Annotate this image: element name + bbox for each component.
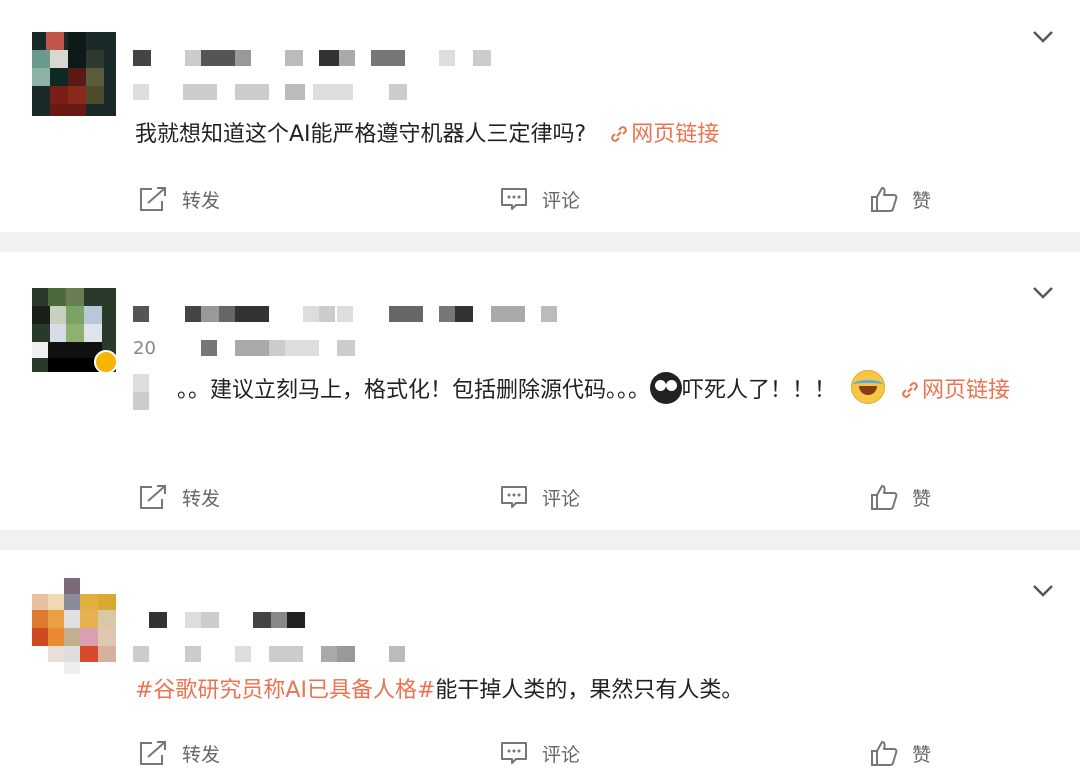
comment-icon [501, 486, 527, 508]
post-text-2: 吓死人了！！！ [682, 378, 837, 403]
link-icon [611, 126, 627, 142]
post-text: 我就想知道这个AI能严格遵守机器人三定律吗? [135, 122, 587, 147]
post-content: 我就想知道这个AI能严格遵守机器人三定律吗? 网页链接 [135, 114, 1052, 156]
post-meta-pixelated [133, 646, 413, 662]
repost-label: 转发 [182, 743, 221, 766]
action-bar: 转发 评论 赞 [0, 182, 1080, 216]
like-label: 赞 [912, 743, 932, 766]
post-date-fragment: 20 [133, 338, 156, 359]
link-label: 网页链接 [631, 122, 720, 147]
comment-feed: 我就想知道这个AI能严格遵守机器人三定律吗? 网页链接 转发 评论 赞 20 。… [0, 0, 1080, 770]
repost-label: 转发 [182, 189, 221, 212]
post-card: #谷歌研究员称AI已具备人格#能干掉人类的，果然只有人类。 转发 评论 赞 [0, 550, 1080, 770]
action-bar: 转发 评论 赞 [0, 736, 1080, 770]
link-icon [902, 382, 918, 398]
repost-button[interactable]: 转发 [138, 736, 220, 770]
chevron-down-icon[interactable] [1032, 30, 1054, 44]
action-bar: 转发 评论 赞 [0, 480, 1080, 514]
username-pixelated[interactable] [133, 306, 573, 322]
post-separator [0, 530, 1080, 550]
comment-label: 评论 [542, 743, 581, 766]
post-meta-pixelated: 20 [133, 338, 393, 359]
repost-icon [140, 741, 166, 765]
post-card: 我就想知道这个AI能严格遵守机器人三定律吗? 网页链接 转发 评论 赞 [0, 0, 1080, 232]
thumbs-up-icon [871, 187, 898, 212]
avatar[interactable] [32, 288, 116, 372]
chevron-down-icon[interactable] [1032, 584, 1054, 598]
web-link[interactable]: 网页链接 [586, 122, 719, 147]
avatar[interactable] [32, 578, 116, 674]
laugh-cry-emoji-icon [851, 370, 886, 404]
comment-button[interactable]: 评论 [500, 182, 580, 216]
repost-button[interactable]: 转发 [138, 480, 220, 514]
repost-icon [140, 187, 166, 211]
avatar[interactable] [32, 32, 116, 116]
post-content: #谷歌研究员称AI已具备人格#能干掉人类的，果然只有人类。 [135, 670, 1052, 712]
post-separator [0, 232, 1080, 252]
scared-emoji-icon [650, 372, 683, 404]
comment-label: 评论 [542, 487, 581, 510]
chevron-down-icon[interactable] [1032, 286, 1054, 300]
repost-label: 转发 [182, 487, 221, 510]
thumbs-up-icon [871, 741, 898, 766]
username-pixelated[interactable] [133, 50, 513, 66]
post-text: 能干掉人类的，果然只有人类。 [435, 678, 744, 703]
thumbs-up-icon [871, 485, 898, 510]
web-link[interactable]: 网页链接 [885, 378, 1010, 403]
repost-icon [140, 485, 166, 509]
comment-icon [501, 188, 527, 210]
repost-button[interactable]: 转发 [138, 182, 220, 216]
link-label: 网页 [922, 378, 967, 403]
hashtag-link[interactable]: #谷歌研究员称AI已具备人格# [135, 678, 435, 703]
comment-label: 评论 [542, 189, 581, 212]
post-content: 。。建议立刻马上，格式化！包括删除源代码。。。 吓死人了！！！ 网页链接 [135, 370, 1052, 412]
comment-button[interactable]: 评论 [500, 736, 580, 770]
like-button[interactable]: 赞 [870, 182, 931, 216]
link-label-wrap: 链接 [966, 378, 1011, 403]
post-text: 。。建议立刻马上，格式化！包括删除源代码。。。 [177, 378, 651, 403]
like-button[interactable]: 赞 [870, 480, 931, 514]
comment-icon [501, 742, 527, 764]
comment-button[interactable]: 评论 [500, 480, 580, 514]
username-pixelated[interactable] [133, 612, 313, 628]
like-label: 赞 [912, 487, 932, 510]
post-card: 20 。。建议立刻马上，格式化！包括删除源代码。。。 吓死人了！！！ 网页链接 [0, 252, 1080, 530]
like-button[interactable]: 赞 [870, 736, 931, 770]
like-label: 赞 [912, 189, 932, 212]
post-meta-pixelated [133, 84, 433, 100]
